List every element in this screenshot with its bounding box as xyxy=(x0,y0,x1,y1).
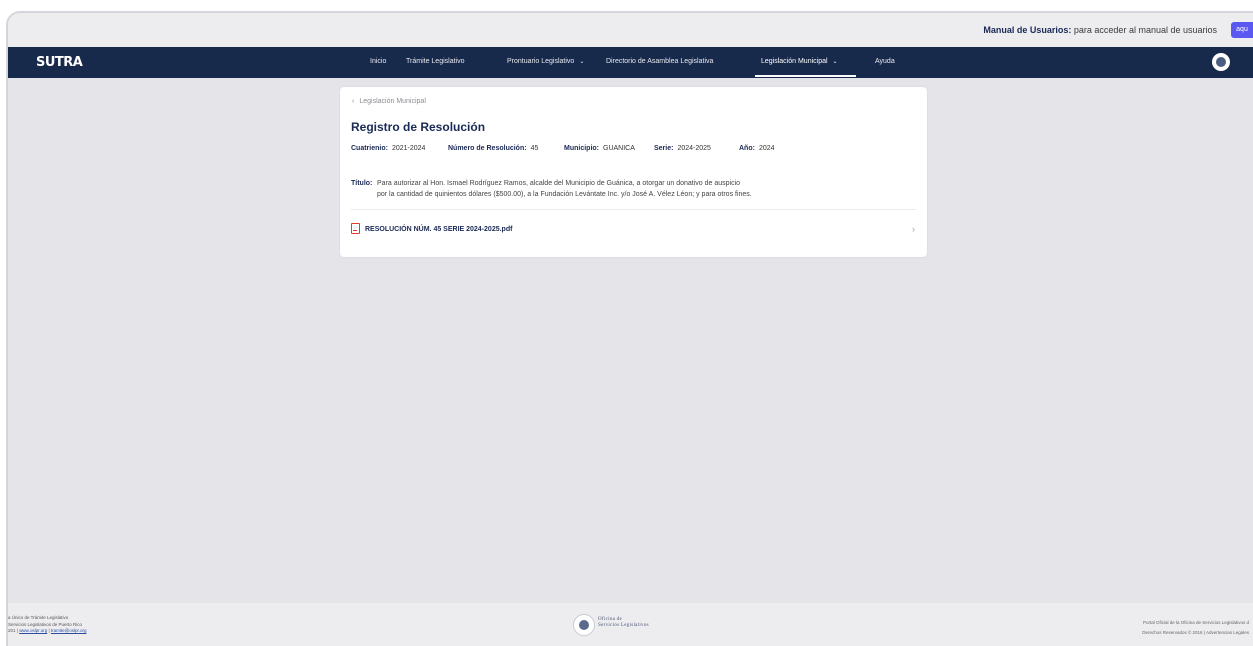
legislature-seal-icon xyxy=(1212,53,1230,71)
meta-cuatrienio: Cuatrienio: 2021-2024 xyxy=(351,145,425,152)
pdf-file-icon xyxy=(351,223,360,234)
chevron-down-icon: ⌄ xyxy=(579,59,585,65)
page-title: Registro de Resolución xyxy=(351,120,486,134)
nav-item-inicio[interactable]: Inicio xyxy=(370,58,386,65)
nav-item-legislacion-municipal[interactable]: Legislación Municipal ⌄ xyxy=(761,58,838,65)
footer-email-link[interactable]: tramite@oslpr.org xyxy=(51,628,87,633)
nav-item-label: Ayuda xyxy=(875,58,895,65)
manual-link-button[interactable]: aqu xyxy=(1231,22,1253,38)
page-footer: a Único de Trámite Legislativo Servicios… xyxy=(8,603,1253,646)
osl-logo-line-2: Servicios Legislativos xyxy=(598,623,649,628)
nav-item-directorio[interactable]: Directorio de Asamblea Legislativa xyxy=(606,58,713,65)
nav-item-prontuario[interactable]: Prontuario Legislativo ⌄ xyxy=(507,58,584,65)
pdf-document-link[interactable]: RESOLUCIÓN NÚM. 45 SERIE 2024-2025.pdf xyxy=(365,226,512,233)
resolution-card: ‹ Legislación Municipal Registro de Resol… xyxy=(340,87,927,257)
meta-serie: Serie: 2024-2025 xyxy=(654,145,711,152)
meta-value: GUANICA xyxy=(603,145,635,152)
meta-label: Año: xyxy=(739,145,755,152)
nav-item-label: Trámite Legislativo xyxy=(406,58,465,65)
meta-label: Cuatrienio: xyxy=(351,145,388,152)
meta-value: 2024 xyxy=(758,145,775,152)
divider xyxy=(351,209,916,210)
nav-item-label: Legislación Municipal xyxy=(761,58,828,65)
manual-text: para acceder al manual de usuarios xyxy=(1071,25,1217,35)
main-navbar: SUTRA Inicio Trámite Legislativo Prontua… xyxy=(8,47,1253,78)
meta-value: 2024-2025 xyxy=(677,145,711,152)
titulo-text-line-2: por la cantidad de quinientos dólares ($… xyxy=(377,191,752,198)
nav-item-label: Prontuario Legislativo xyxy=(507,58,575,65)
meta-label: Serie: xyxy=(654,145,674,152)
nav-item-label: Inicio xyxy=(370,58,387,65)
nav-item-label: Directorio de Asamblea Legislativa xyxy=(606,58,714,65)
footer-right-info: Portal Oficial de la Oficina de Servicio… xyxy=(1142,618,1249,638)
manual-label: Manual de Usuarios: xyxy=(983,25,1072,35)
footer-right-line-2: Derechos Reservados © 2016 | Advertencia… xyxy=(1142,630,1249,635)
meta-label: Número de Resolución: xyxy=(448,145,527,152)
sutra-logo[interactable]: SUTRA xyxy=(36,55,83,70)
top-info-bar: Manual de Usuarios: para acceder al manu… xyxy=(8,13,1253,47)
meta-value: 45 xyxy=(530,145,539,152)
meta-ano: Año: 2024 xyxy=(739,145,775,152)
browser-page: Manual de Usuarios: para acceder al manu… xyxy=(6,11,1253,646)
meta-municipio: Municipio: GUANICA xyxy=(564,145,635,152)
breadcrumb-label: Legislación Municipal xyxy=(359,98,426,105)
footer-left-line-3: 201 | www.oslpr.org | tramite@oslpr.org xyxy=(8,628,86,635)
meta-label: Municipio: xyxy=(564,145,599,152)
footer-website-link[interactable]: www.oslpr.org xyxy=(19,628,47,633)
titulo-text-line-1: Para autorizar al Hon. Ismael Rodríguez … xyxy=(377,180,741,187)
footer-right-line-1: Portal Oficial de la Oficina de Servicio… xyxy=(1142,620,1249,625)
osl-logo-text: Oficina de Servicios Legislativos xyxy=(598,617,649,629)
osl-seal-icon xyxy=(573,614,595,636)
meta-numero: Número de Resolución: 45 xyxy=(448,145,538,152)
meta-value: 2021-2024 xyxy=(391,145,426,152)
manual-notice: Manual de Usuarios: para acceder al manu… xyxy=(983,25,1217,35)
footer-year: 201 | xyxy=(8,628,20,633)
footer-left-info: a Único de Trámite Legislativo Servicios… xyxy=(8,615,86,635)
chevron-left-icon: ‹ xyxy=(352,98,355,105)
breadcrumb[interactable]: ‹ Legislación Municipal xyxy=(352,98,426,105)
active-nav-indicator xyxy=(755,75,856,77)
nav-item-tramite[interactable]: Trámite Legislativo xyxy=(406,58,465,65)
titulo-label: Título: xyxy=(351,180,373,187)
chevron-down-icon: ⌄ xyxy=(832,59,838,65)
chevron-right-icon[interactable]: › xyxy=(912,224,915,234)
nav-item-ayuda[interactable]: Ayuda xyxy=(875,58,895,65)
